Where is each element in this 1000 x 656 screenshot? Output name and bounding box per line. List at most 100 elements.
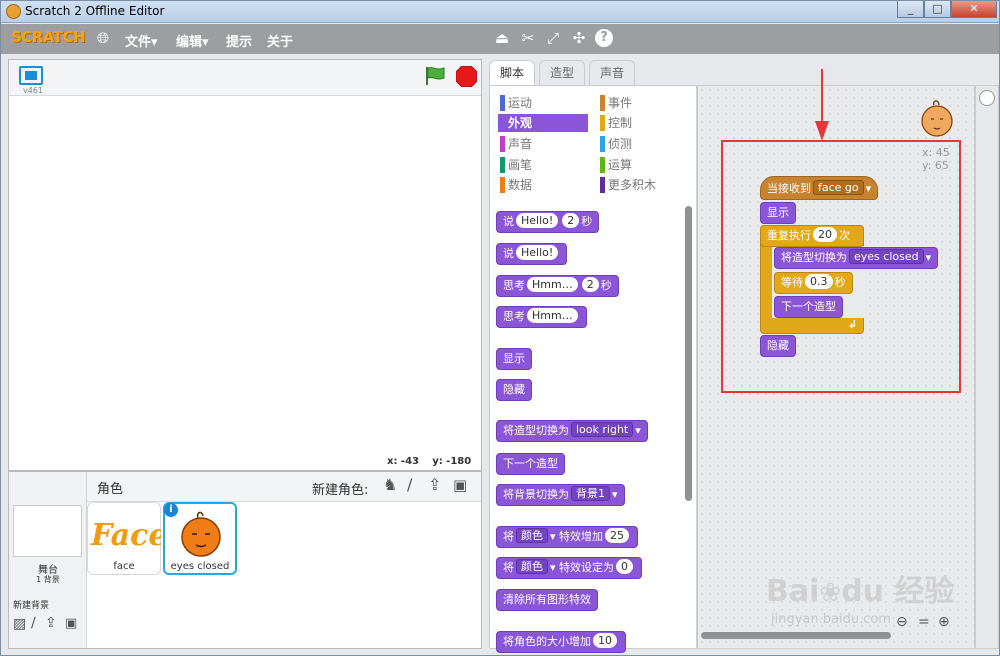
block-show[interactable]: 显示 (496, 348, 532, 370)
backdrop-paint-icon[interactable]: ∕ (31, 615, 36, 631)
minimize-button[interactable]: _ (897, 1, 924, 18)
category-sensing[interactable]: 侦测 (598, 135, 688, 153)
block-palette: 运动 外观 声音 画笔 数据 事件 控制 侦测 运算 更多积木 说 Hello! 2… (489, 85, 697, 653)
category-label: 运算 (608, 158, 633, 172)
category-label: 画笔 (508, 158, 533, 172)
stage-thumbnail[interactable] (13, 505, 82, 557)
edit-menu[interactable]: 编辑▾ (176, 31, 209, 50)
zoom-reset-icon[interactable]: = (918, 614, 930, 630)
category-operators[interactable]: 运算 (598, 156, 688, 174)
stage-header: v461 (9, 60, 481, 96)
category-label: 数据 (508, 178, 533, 192)
right-edge-panel (975, 85, 999, 649)
block-change-effect[interactable]: 将颜色 ▾ 特效增加 25 (496, 526, 639, 548)
title-bar: Scratch 2 Offline Editor _ □ ✕ (1, 1, 999, 23)
block-change-size[interactable]: 将角色的大小增加 10 (496, 631, 626, 653)
sprite-library-icon[interactable]: ♞ (383, 475, 397, 494)
backdrop-camera-icon[interactable]: ▣ (65, 616, 77, 631)
block-switch-backdrop[interactable]: 将背景切换为 背景1 ▾ (496, 484, 625, 506)
category-data[interactable]: 数据 (498, 176, 588, 194)
tips-menu[interactable]: 提示 (226, 31, 252, 50)
block-say[interactable]: 说 Hello! (496, 243, 568, 265)
stage-canvas[interactable] (9, 97, 481, 452)
new-sprite-label: 新建角色: (312, 483, 369, 498)
about-menu[interactable]: 关于 (267, 31, 293, 50)
category-label: 运动 (508, 96, 533, 110)
fullscreen-icon[interactable] (19, 66, 43, 85)
delete-scissors-icon[interactable]: ✂︎ (519, 29, 537, 47)
stage-panel: v461 (8, 59, 482, 471)
sprite-eyes-closed[interactable]: i eyes closed (163, 502, 237, 575)
tab-costumes[interactable]: 造型 (539, 60, 586, 85)
backdrop-upload-icon[interactable]: ⇪ (45, 615, 57, 631)
block-switch-costume[interactable]: 将造型切换为 look right ▾ (496, 420, 648, 442)
category-events[interactable]: 事件 (598, 94, 688, 112)
menu-bar: SCRATCH 🌐︎ 文件▾ 编辑▾ 提示 关于 ⏏︎ ✂︎ ⤢ ✣ ? (1, 24, 999, 54)
editor-window: Scratch 2 Offline Editor _ □ ✕ SCRATCH 🌐… (0, 0, 1000, 656)
red-arrow-annotation (815, 69, 829, 141)
category-label: 更多积木 (608, 178, 657, 192)
category-pen[interactable]: 画笔 (498, 156, 588, 174)
category-motion[interactable]: 运动 (498, 94, 588, 112)
zoom-in-icon[interactable]: ⊕ (938, 614, 950, 630)
mouse-y: y: -180 (432, 456, 472, 467)
zoom-out-icon[interactable]: ⊖ (896, 614, 908, 630)
shrink-icon[interactable]: ✣ (570, 29, 588, 47)
palette-scrollbar[interactable] (685, 206, 692, 501)
green-flag-icon[interactable] (424, 66, 446, 86)
face-sprite-thumbnail: Face (90, 518, 161, 553)
category-sound[interactable]: 声音 (498, 135, 588, 153)
file-menu[interactable]: 文件▾ (125, 31, 158, 50)
globe-icon[interactable]: 🌐︎ (94, 29, 112, 47)
sprite-upload-icon[interactable]: ⇪ (428, 475, 441, 494)
right-panel-icon[interactable] (979, 90, 995, 106)
category-label: 外观 (508, 116, 533, 130)
mouse-coordinates: x: -43 y: -180 (387, 456, 471, 467)
scratch-logo[interactable]: SCRATCH (11, 28, 86, 46)
mouse-x: x: -43 (387, 456, 419, 467)
category-looks[interactable]: 外观 (498, 114, 588, 132)
sprite-name: eyes closed (170, 561, 230, 572)
sprite-header: 角色 新建角色: ♞ ∕ ⇪ ▣ (87, 472, 481, 502)
block-next-costume[interactable]: 下一个造型 (496, 453, 565, 475)
category-label: 声音 (508, 137, 533, 151)
category-control[interactable]: 控制 (598, 114, 688, 132)
version-label: v461 (23, 86, 44, 95)
window-title: Scratch 2 Offline Editor (25, 4, 165, 18)
stop-sign-icon[interactable] (456, 66, 477, 87)
stage-column: 舞台 1 背景 新建背景 ▨ ∕ ⇪ ▣ (9, 472, 87, 648)
tab-scripts[interactable]: 脚本 (489, 60, 536, 86)
block-think-for-secs[interactable]: 思考 Hmm… 2 秒 (496, 275, 619, 297)
baidu-watermark-url: jingyan.baidu.com (771, 612, 891, 627)
scratch-cat-icon (6, 4, 21, 19)
sprite-name: face (113, 561, 135, 572)
baidu-watermark: Bai❀du 经验 (766, 574, 955, 609)
category-label: 事件 (608, 96, 633, 110)
backdrop-library-icon[interactable]: ▨ (13, 616, 26, 632)
new-backdrop-label: 新建背景 (13, 601, 50, 611)
category-label: 控制 (608, 116, 633, 130)
sprite-pane: 舞台 1 背景 新建背景 ▨ ∕ ⇪ ▣ 角色 新建角色: ♞ ∕ ⇪ ▣ Fa… (8, 471, 482, 649)
stage-backdrop-count: 1 背景 (36, 575, 60, 584)
highlight-box (721, 140, 961, 393)
duplicate-stamp-icon[interactable]: ⏏︎ (493, 29, 511, 47)
block-hide[interactable]: 隐藏 (496, 379, 532, 401)
script-horizontal-scrollbar[interactable] (701, 632, 891, 639)
sprite-paint-icon[interactable]: ∕ (407, 475, 412, 494)
category-more-blocks[interactable]: 更多积木 (598, 176, 688, 194)
help-icon[interactable]: ? (595, 29, 613, 47)
svg-text:Face: Face (90, 518, 161, 553)
sprites-title: 角色 (97, 482, 124, 497)
block-set-effect[interactable]: 将颜色 ▾ 特效设定为 0 (496, 557, 643, 579)
grow-icon[interactable]: ⤢ (544, 29, 562, 47)
maximize-button[interactable]: □ (924, 1, 951, 18)
block-clear-effects[interactable]: 清除所有图形特效 (496, 589, 598, 611)
block-say-for-secs[interactable]: 说 Hello! 2 秒 (496, 211, 600, 233)
current-sprite-thumbnail (921, 100, 953, 137)
sprite-face[interactable]: Face face (87, 502, 161, 575)
tab-sounds[interactable]: 声音 (589, 60, 636, 85)
close-button[interactable]: ✕ (951, 1, 997, 18)
category-label: 侦测 (608, 137, 633, 151)
sprite-camera-icon[interactable]: ▣ (453, 476, 467, 494)
block-think[interactable]: 思考 Hmm… (496, 306, 587, 328)
